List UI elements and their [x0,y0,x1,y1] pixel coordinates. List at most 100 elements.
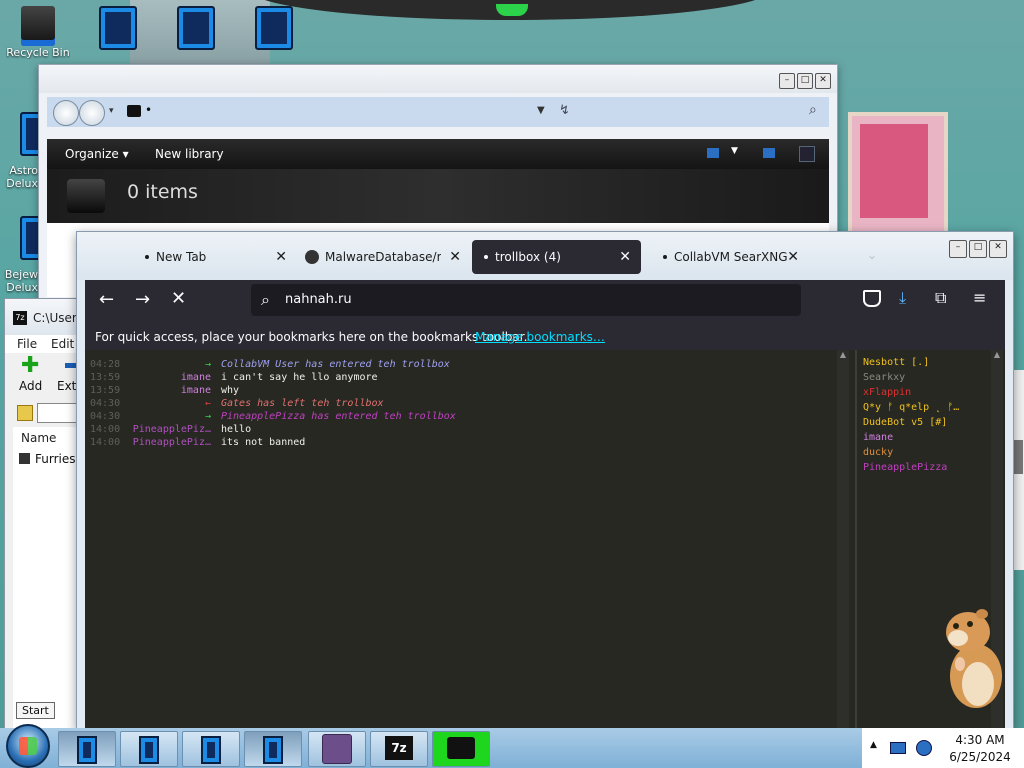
taskbar-button-7zip[interactable]: 7z [370,731,428,767]
close-tab-icon[interactable]: ✕ [619,240,631,274]
explorer-address-bar[interactable]: ▾ • ▼ ↯ ⌕ [47,97,829,127]
user-list-item[interactable]: Q*y ᚠ q*elp ˛ ᚠ… [863,400,959,415]
minimize-button[interactable]: – [779,73,795,89]
7zip-titlebar[interactable]: 7z C:\Users [5,299,85,335]
help-icon[interactable] [799,146,815,162]
message-nick[interactable]: imane [125,384,211,397]
menu-file[interactable]: File [17,337,37,351]
refresh-icon[interactable]: ↯ [559,103,570,118]
downloads-icon[interactable]: ⤓ [899,288,906,308]
message-nick[interactable]: → [125,410,211,423]
minimize-button[interactable]: – [949,240,967,258]
message-time: 14:00 [90,424,121,435]
taskbar-button-explorer[interactable] [58,731,116,767]
document-icon [99,6,137,50]
column-name: Name [21,431,57,445]
new-library-button[interactable]: New library [155,147,224,161]
firefox-window[interactable]: New Tab ✕ MalwareDatabase/ran ✕ trollbox… [76,231,1014,730]
chevron-up-icon[interactable]: ▲ [991,350,1003,359]
add-icon[interactable]: ✚ [21,355,39,377]
user-list-item[interactable]: xFlappin [863,385,911,400]
list-item[interactable]: Furries. [35,452,79,466]
tab-trollbox[interactable]: trollbox (4) ✕ [472,240,641,274]
message-text: PineapplePizza has entered teh trollbox [221,411,456,422]
hamster-desktop-pet[interactable] [942,606,1006,710]
message-text: Gates has left teh trollbox [221,398,384,409]
user-list-item[interactable]: PineapplePizza [863,460,947,475]
messages-scrollbar[interactable]: ▲ [837,350,849,729]
7zip-window[interactable]: 7z C:\Users File Edit ✚ Add Extr Name Fu… [4,298,87,730]
message-text: hello [221,424,252,435]
address-dropdown-icon[interactable]: ▼ [537,105,545,116]
explorer-titlebar[interactable] [39,65,837,93]
desktop-icon-recycle-bin[interactable]: Recycle Bin [6,6,70,59]
list-all-tabs-icon[interactable]: ⌄ [867,248,877,262]
folder-up-icon[interactable] [17,405,33,421]
user-list-item[interactable]: Searkxy [863,370,905,385]
menu-edit[interactable]: Edit [51,337,74,351]
pocket-icon[interactable] [863,290,881,307]
tab-searxng[interactable]: CollabVM SearXNG ✕ [649,240,809,274]
network-icon[interactable] [890,742,906,754]
volume-icon[interactable] [916,740,932,756]
taskbar-button-document[interactable] [182,731,240,767]
menu-icon[interactable]: ≡ [973,288,986,307]
tab-malware-database[interactable]: MalwareDatabase/ran ✕ [305,240,463,274]
message-nick[interactable]: PineapplePiz… [125,436,211,449]
7zip-column-header[interactable]: Name [13,427,85,450]
explorer-toolbar: Organize ▾ New library ▼ [47,139,829,169]
start-button[interactable] [6,724,50,768]
back-button[interactable] [53,100,79,126]
message-nick[interactable]: PineapplePiz… [125,423,211,436]
taskbar-button-document[interactable] [244,731,302,767]
desktop-icon-document[interactable] [86,6,150,50]
preview-pane-icon[interactable] [763,148,775,158]
close-tab-icon[interactable]: ✕ [275,240,287,274]
user-list-item[interactable]: Nesbott [.] [863,355,929,370]
desktop-icon-astro[interactable]: Astro Delux [0,112,44,190]
tab-new-tab[interactable]: New Tab ✕ [131,240,297,274]
chat-message: 14:00 PineapplePiz… hello [85,423,835,436]
chat-message: 14:00 PineapplePiz… its not banned [85,436,835,449]
extensions-icon[interactable]: ⧉ [935,288,946,308]
maximize-button[interactable]: □ [969,240,987,258]
close-tab-icon[interactable]: ✕ [787,240,799,274]
back-arrow-icon[interactable]: ← [99,290,114,310]
clock[interactable]: 4:30 AM 6/25/2024 [942,733,1018,764]
add-button[interactable]: Add [19,379,42,393]
windows-logo-icon [19,737,37,755]
url-text[interactable]: nahnah.ru [285,284,352,316]
taskbar-button-bonzi[interactable] [308,731,366,767]
user-list-item[interactable]: ducky [863,445,893,460]
url-bar[interactable]: ⌕ nahnah.ru [251,284,801,316]
message-time: 04:30 [90,398,121,409]
view-options-icon[interactable] [707,148,719,158]
chevron-up-icon[interactable]: ▲ [837,350,849,359]
user-list-item[interactable]: DudeBot v5 [#] [863,415,947,430]
organize-button[interactable]: Organize ▾ [65,147,129,161]
taskbar-button-document[interactable] [120,731,178,767]
desktop-icon-bejeweled[interactable]: Bejew Delux [0,216,44,294]
close-button[interactable]: ✕ [815,73,831,89]
message-text: CollabVM User has entered teh trollbox [221,359,450,370]
stop-loading-icon[interactable]: ✕ [171,289,186,309]
7zip-file-list[interactable]: Furries. [13,449,85,729]
manage-bookmarks-link[interactable]: Manage bookmarks… [475,326,605,348]
message-nick[interactable]: → [125,358,211,371]
user-list-item[interactable]: imane [863,430,893,445]
forward-arrow-icon[interactable]: → [135,290,150,310]
desktop-icon-document[interactable] [164,6,228,50]
show-hidden-icons-chevron-icon[interactable]: ▲ [870,740,877,750]
tab-dot-icon [484,254,488,259]
message-nick[interactable]: imane [125,371,211,384]
search-icon[interactable]: ⌕ [809,102,817,118]
chevron-down-icon[interactable]: ▼ [731,146,738,156]
message-nick[interactable]: ← [125,397,211,410]
maximize-button[interactable]: □ [797,73,813,89]
close-button[interactable]: ✕ [989,240,1007,258]
forward-button[interactable] [79,100,105,126]
recent-pages-icon[interactable]: ▾ [109,106,114,116]
close-tab-icon[interactable]: ✕ [449,240,461,274]
desktop-icon-document[interactable] [242,6,306,50]
taskbar-button-library[interactable] [432,731,490,767]
